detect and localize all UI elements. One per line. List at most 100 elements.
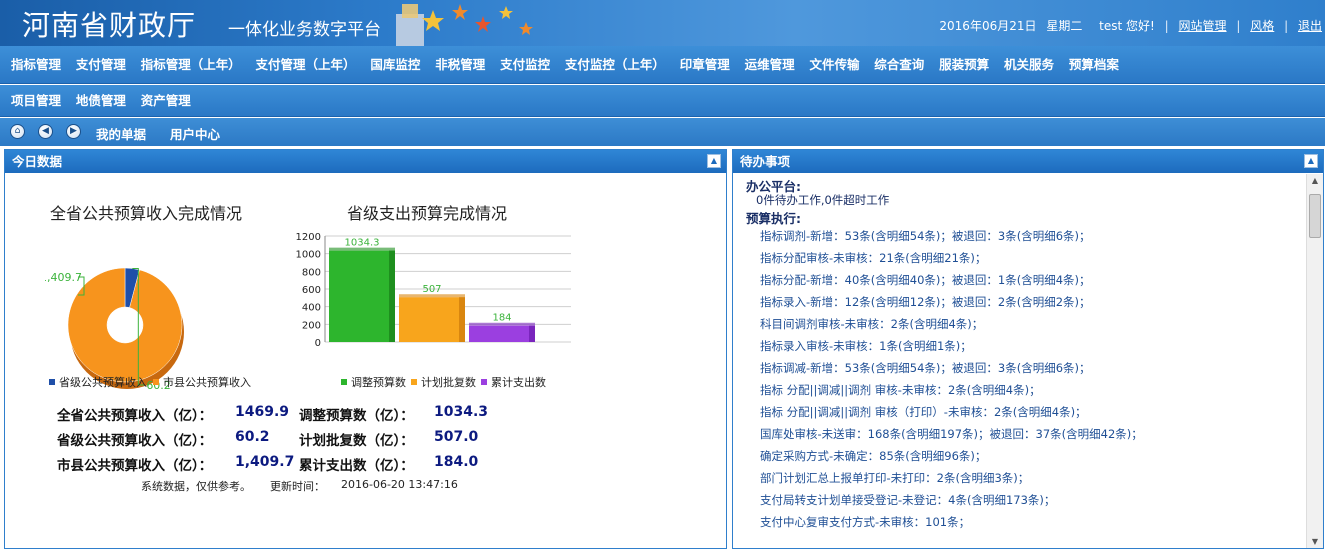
stat-label: 计划批复数（亿）：	[299, 433, 414, 449]
header-user-area: 2016年06月21日 星期二 test 您好! | 网站管理 | 风格 | 退…	[939, 19, 1322, 33]
nav-item[interactable]: 支付监控	[500, 46, 550, 83]
stat-value: 60.2	[235, 429, 270, 445]
pie-chart-title: 全省公共预算收入完成情况	[50, 204, 243, 223]
current-weekday: 星期二	[1046, 19, 1083, 33]
nav-item[interactable]: 支付管理	[76, 46, 126, 83]
stat-value: 507.0	[434, 429, 479, 445]
todo-item[interactable]: 指标分配-新增：40条(含明细40条)；被退回：1条(含明细4条)；	[760, 272, 1091, 288]
user-greeting: test 您好!	[1099, 19, 1155, 33]
stat-value: 184.0	[434, 454, 479, 470]
style-link[interactable]: 风格	[1250, 19, 1274, 33]
current-date: 2016年06月21日	[939, 19, 1037, 33]
stat-label: 省级公共预算收入（亿）：	[57, 433, 213, 449]
stat-label: 市县公共预算收入（亿）：	[57, 458, 213, 474]
legend-swatch	[481, 379, 487, 385]
todo-item[interactable]: 确定采购方式-未确定：85条(含明细96条)；	[760, 448, 986, 464]
nav-item[interactable]: 综合查询	[874, 46, 924, 83]
todo-item[interactable]: 科目间调剂审核-未审核：2条(含明细4条)；	[760, 316, 983, 332]
bar-data-label: 1034.3	[345, 238, 380, 249]
bar-tick-label: 200	[302, 320, 321, 331]
secondary-nav: 项目管理 地债管理 资产管理	[0, 85, 1325, 117]
logout-link[interactable]: 退出	[1298, 19, 1322, 33]
stat-label: 全省公共预算收入（亿）：	[57, 408, 213, 424]
nav-item[interactable]: 预算档案	[1069, 46, 1119, 83]
bar-legend-planned: 计划批复数	[411, 374, 476, 390]
stat-label: 累计支出数（亿）：	[299, 458, 414, 474]
nav-item[interactable]: 国库监控	[370, 46, 420, 83]
bar-chart-title: 省级支出预算完成情况	[347, 204, 508, 223]
todo-panel: 待办事项 ▲ 办公平台: 0件待办工作,0件超时工作 预算执行: 指标调剂-新增…	[732, 149, 1324, 549]
todo-item[interactable]: 指标调剂-新增：53条(含明细54条)；被退回：3条(含明细6条)；	[760, 228, 1091, 244]
stat-value: 1034.3	[434, 404, 489, 420]
legend-swatch	[49, 379, 55, 385]
todo-item[interactable]: 指标调减-新增：53条(含明细54条)；被退回：3条(含明细6条)；	[760, 360, 1091, 376]
bar-tick-label: 800	[302, 267, 321, 278]
todo-scrollbar[interactable]: ▲ ▼	[1306, 174, 1323, 548]
nav-item[interactable]: 项目管理	[11, 85, 61, 117]
scroll-down-icon[interactable]: ▼	[1307, 535, 1323, 548]
bar-data-label: 507	[422, 284, 441, 295]
nav-item[interactable]: 文件传输	[809, 46, 859, 83]
scroll-thumb[interactable]	[1309, 194, 1321, 238]
todo-item[interactable]: 指标录入审核-未审核：1条(含明细1条)；	[760, 338, 972, 354]
update-time: 2016-06-20 13:47:16	[341, 478, 458, 491]
bar[interactable]	[399, 297, 465, 342]
stat-value: 1,409.7	[235, 454, 295, 470]
bar[interactable]	[469, 325, 535, 342]
home-icon[interactable]: ⌂	[10, 124, 25, 139]
site-title: 河南省财政厅	[22, 9, 197, 42]
legend-label: 调整预算数	[351, 376, 406, 389]
todo-item[interactable]: 支付局转支计划单接受登记-未登记：4条(含明细173条)；	[760, 492, 1055, 508]
bar[interactable]	[329, 250, 395, 342]
bar-tick-label: 0	[315, 338, 321, 349]
bar-chart: 0 200 400 600 800 1000 1200 1034.3 507 184	[296, 232, 571, 349]
todo-item[interactable]: 指标录入-新增：12条(含明细12条)；被退回：2条(含明细2条)；	[760, 294, 1091, 310]
todo-item[interactable]: 支付中心复审支付方式-未审核：101条；	[760, 514, 970, 530]
nav-item[interactable]: 运维管理	[745, 46, 795, 83]
todo-panel-title: 待办事项	[740, 154, 791, 169]
todo-item[interactable]: 指标 分配||调减||调剂 审核-未审核：2条(含明细4条)；	[760, 382, 1041, 398]
todo-group-title: 预算执行:	[746, 211, 801, 226]
back-arrow-icon[interactable]: ◀	[38, 124, 53, 139]
collapse-icon[interactable]: ▲	[707, 154, 721, 168]
stat-value: 1469.9	[235, 404, 290, 420]
legend-label: 计划批复数	[421, 376, 476, 389]
todo-panel-header: 待办事项 ▲	[733, 150, 1323, 173]
nav-item[interactable]: 指标管理（上年）	[141, 46, 241, 83]
forward-arrow-icon[interactable]: ▶	[66, 124, 81, 139]
nav-item[interactable]: 支付监控（上年）	[565, 46, 665, 83]
platform-name: 一体化业务数字平台	[228, 20, 381, 40]
todo-item[interactable]: 部门计划汇总上报单打印-未打印：2条(含明细3条)；	[760, 470, 1029, 486]
bar-side	[459, 297, 465, 342]
site-admin-link[interactable]: 网站管理	[1179, 19, 1227, 33]
legend-label: 省级公共预算收入	[59, 376, 147, 389]
my-forms-link[interactable]: 我的单据	[96, 124, 146, 143]
today-panel-header: 今日数据 ▲	[5, 150, 726, 173]
nav-item[interactable]: 支付管理（上年）	[256, 46, 356, 83]
nav-item[interactable]: 地债管理	[76, 85, 126, 117]
nav-item[interactable]: 服装预算	[939, 46, 989, 83]
pie-data-label: 1,409.7	[45, 271, 82, 284]
user-center-link[interactable]: 用户中心	[170, 124, 220, 143]
legend-label: 市县公共预算收入	[163, 376, 251, 389]
todo-item[interactable]: 国库处审核-未送审：168条(含明细197条)；被退回：37条(含明细42条)；	[760, 426, 1143, 442]
bar-tick-label: 1000	[296, 250, 321, 261]
nav-item[interactable]: 非税管理	[435, 46, 485, 83]
nav-item[interactable]: 指标管理	[11, 46, 61, 83]
nav-item[interactable]: 机关服务	[1004, 46, 1054, 83]
toolbar: ⌂ ◀ ▶ 我的单据 用户中心	[0, 118, 1325, 146]
nav-item[interactable]: 资产管理	[141, 85, 191, 117]
bar-legend-adjusted: 调整预算数	[341, 374, 406, 390]
pie-legend-county: 市县公共预算收入	[153, 374, 251, 390]
scroll-up-icon[interactable]: ▲	[1307, 174, 1323, 188]
stat-label: 调整预算数（亿）：	[299, 408, 414, 424]
todo-item[interactable]: 指标 分配||调减||调剂 审核（打印）-未审核：2条(含明细4条)；	[760, 404, 1087, 420]
todo-item[interactable]: 指标分配审核-未审核：21条(含明细21条)；	[760, 250, 986, 266]
pie-hole	[107, 307, 143, 343]
bar-side	[529, 325, 535, 342]
bar-legend-spent: 累计支出数	[481, 374, 546, 390]
bar-tick-label: 1200	[296, 232, 321, 243]
nav-item[interactable]: 印章管理	[680, 46, 730, 83]
primary-nav: 指标管理 支付管理 指标管理（上年） 支付管理（上年） 国库监控 非税管理 支付…	[0, 46, 1325, 84]
collapse-icon[interactable]: ▲	[1304, 154, 1318, 168]
